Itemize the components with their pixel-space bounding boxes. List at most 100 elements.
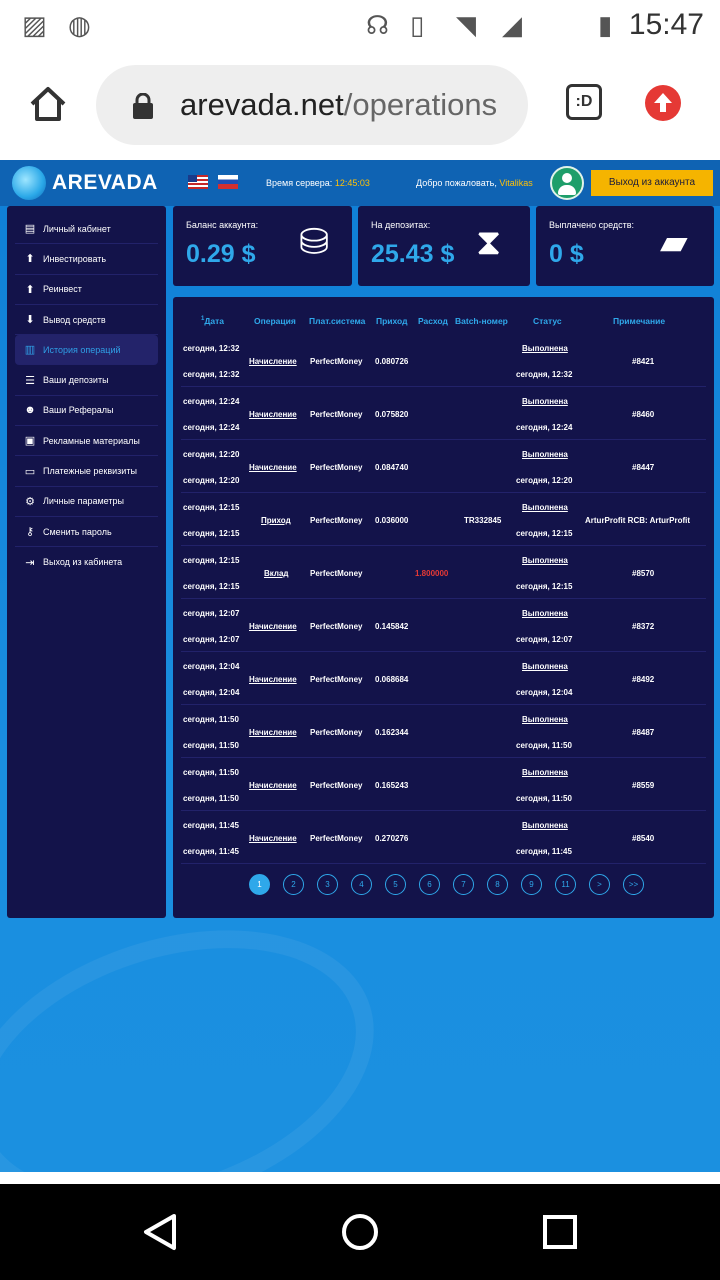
col-note[interactable]: Примечание <box>613 316 665 326</box>
sidebar-item-label: Сменить пароль <box>43 526 112 537</box>
row-status-date: сегодня, 12:07 <box>516 635 573 644</box>
row-operation-link[interactable]: Приход <box>261 516 291 525</box>
wallet-icon: ▰ <box>660 221 688 262</box>
brain-logo-icon <box>12 166 46 200</box>
row-operation-link[interactable]: Начисление <box>249 410 297 419</box>
row-date: сегодня, 12:15 <box>183 556 240 565</box>
row-income: 0.036000 <box>375 516 409 525</box>
sidebar-item-promo[interactable]: ▣ Рекламные материалы <box>15 426 158 457</box>
paid-out-card: Выплачено средств: 0 $ ▰ <box>536 206 714 286</box>
url-domain: arevada.net <box>180 87 344 122</box>
page-button[interactable]: 1 <box>249 874 270 895</box>
page-button[interactable]: >> <box>623 874 644 895</box>
wifi-icon: ◥ <box>456 10 476 40</box>
row-status-link[interactable]: Выполнена <box>522 715 568 724</box>
sidebar-item-payment-details[interactable]: ▭ Платежные реквизиты <box>15 456 158 487</box>
table-row: сегодня, 12:20 сегодня, 12:20 Начисление Pe… <box>181 440 706 493</box>
row-payment-system: PerfectMoney <box>310 569 363 578</box>
row-status-link[interactable]: Выполнена <box>522 344 568 353</box>
row-status-link[interactable]: Выполнена <box>522 662 568 671</box>
balance-value: 0.29 $ <box>186 240 256 268</box>
col-status[interactable]: Статус <box>533 316 562 326</box>
sidebar-item-history[interactable]: ▥ История операций <box>15 335 158 366</box>
page-button[interactable]: 6 <box>419 874 440 895</box>
row-date: сегодня, 12:20 <box>183 450 240 459</box>
row-income: 0.080726 <box>375 357 409 366</box>
row-operation-link[interactable]: Начисление <box>249 781 297 790</box>
server-time: Время сервера: 12:45:03 <box>266 178 370 188</box>
avatar[interactable] <box>550 166 584 200</box>
sidebar-item-invest[interactable]: ⬆ Инвестировать <box>15 244 158 275</box>
address-bar[interactable]: arevada.net/operations <box>96 65 528 145</box>
page-button[interactable]: 11 <box>555 874 576 895</box>
row-date-secondary: сегодня, 12:32 <box>183 370 240 379</box>
russian-flag-icon[interactable] <box>218 175 238 189</box>
page-button[interactable]: 9 <box>521 874 542 895</box>
sidebar-item-label: Личные параметры <box>43 496 124 507</box>
page-button[interactable]: 5 <box>385 874 406 895</box>
row-status-link[interactable]: Выполнена <box>522 609 568 618</box>
sidebar-item-deposits[interactable]: ☰ Ваши депозиты <box>15 365 158 396</box>
row-operation-link[interactable]: Начисление <box>249 728 297 737</box>
row-operation-link[interactable]: Вклад <box>264 569 289 578</box>
col-payment-system[interactable]: Плат.система <box>309 316 365 326</box>
row-income: 0.084740 <box>375 463 409 472</box>
sidebar-item-cabinet[interactable]: ▤ Личный кабинет <box>15 214 158 245</box>
home-circle-icon[interactable] <box>340 1212 380 1252</box>
row-status-link[interactable]: Выполнена <box>522 503 568 512</box>
col-operation[interactable]: Операция <box>254 316 296 326</box>
sidebar-item-referrals[interactable]: ☻ Ваши Рефералы <box>15 396 158 427</box>
row-payment-system: PerfectMoney <box>310 410 363 419</box>
row-date: сегодня, 12:04 <box>183 662 240 671</box>
tab-switcher-button[interactable]: :D <box>566 84 602 120</box>
page-button[interactable]: > <box>589 874 610 895</box>
row-status-link[interactable]: Выполнена <box>522 768 568 777</box>
page-button[interactable]: 2 <box>283 874 304 895</box>
col-date-label: Дата <box>204 316 225 326</box>
sidebar-item-settings[interactable]: ⚙ Личные параметры <box>15 487 158 517</box>
row-payment-system: PerfectMoney <box>310 357 363 366</box>
page-button[interactable]: 4 <box>351 874 372 895</box>
row-operation-link[interactable]: Начисление <box>249 622 297 631</box>
col-expense[interactable]: Расход <box>418 316 448 326</box>
logout-account-button[interactable]: Выход из аккаунта <box>591 170 713 196</box>
site-logo[interactable]: AREVADA <box>52 171 158 195</box>
url-path: /operations <box>343 87 498 122</box>
bar-chart-icon: ▥ <box>24 344 36 357</box>
welcome-label: Добро пожаловать, <box>416 178 497 188</box>
col-date[interactable]: 1Дата <box>201 316 224 326</box>
row-operation-link[interactable]: Начисление <box>249 834 297 843</box>
row-status-link[interactable]: Выполнена <box>522 450 568 459</box>
row-status-date: сегодня, 12:04 <box>516 688 573 697</box>
row-status-link[interactable]: Выполнена <box>522 821 568 830</box>
row-status-link[interactable]: Выполнена <box>522 556 568 565</box>
vibrate-icon: ▯ <box>410 10 425 40</box>
english-flag-icon[interactable] <box>188 175 208 189</box>
page-button[interactable]: 3 <box>317 874 338 895</box>
sidebar-item-label: Ваши Рефералы <box>43 405 114 416</box>
sidebar-item-withdraw[interactable]: ⬇ Вывод средств <box>15 305 158 336</box>
recents-icon[interactable] <box>542 1214 578 1250</box>
row-date: сегодня, 12:15 <box>183 503 240 512</box>
table-row: сегодня, 12:07 сегодня, 12:07 Начисление Pe… <box>181 599 706 652</box>
upload-icon[interactable] <box>645 85 681 121</box>
sidebar-item-change-password[interactable]: ⚷ Сменить пароль <box>15 517 158 548</box>
row-operation-link[interactable]: Начисление <box>249 357 297 366</box>
row-operation-link[interactable]: Начисление <box>249 675 297 684</box>
row-operation-link[interactable]: Начисление <box>249 463 297 472</box>
page-button[interactable]: 7 <box>453 874 474 895</box>
card-label: Баланс аккаунта: <box>186 220 259 230</box>
row-income: 0.165243 <box>375 781 409 790</box>
users-icon: ☻ <box>24 404 36 417</box>
row-status-link[interactable]: Выполнена <box>522 397 568 406</box>
col-batch[interactable]: Batch-номер <box>455 316 508 326</box>
sidebar-item-reinvest[interactable]: ⬆ Реинвест <box>15 275 158 305</box>
sidebar-item-logout[interactable]: ⇥ Выход из кабинета <box>15 547 158 577</box>
browser-toolbar: arevada.net/operations :D <box>0 52 720 160</box>
card-label: На депозитах: <box>371 220 431 230</box>
home-icon[interactable] <box>26 82 70 126</box>
table-row: сегодня, 11:45 сегодня, 11:45 Начисление Pe… <box>181 811 706 864</box>
col-income[interactable]: Приход <box>376 316 408 326</box>
page-button[interactable]: 8 <box>487 874 508 895</box>
back-icon[interactable] <box>140 1212 180 1252</box>
